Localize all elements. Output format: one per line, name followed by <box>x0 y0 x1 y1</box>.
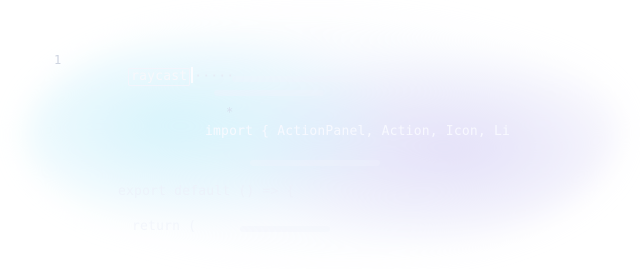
blurred-code-fragment <box>214 90 324 96</box>
blurred-code-fragment <box>250 160 380 166</box>
selected-word[interactable]: raycast <box>128 68 191 86</box>
code-line-export[interactable]: export default () => { <box>118 184 295 200</box>
blurred-code-fragment <box>232 76 382 82</box>
comment-asterisk: * <box>226 105 234 119</box>
line-number: 1 <box>54 53 62 67</box>
whitespace-dots: ····· <box>194 69 235 84</box>
editor-canvas: 1 raycast ····· * import { ActionPanel, A… <box>0 0 640 269</box>
code-line-import[interactable]: import { ActionPanel, Action, Icon, Li <box>205 124 510 140</box>
code-line-return[interactable]: return ( <box>132 219 196 235</box>
blurred-code-fragment <box>240 226 330 232</box>
text-caret <box>191 67 194 83</box>
